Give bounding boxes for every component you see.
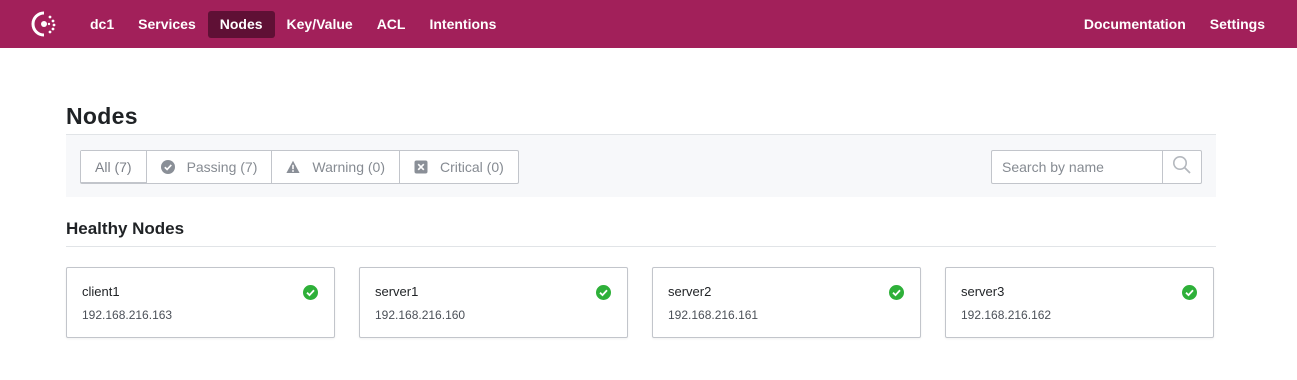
node-name: client1: [82, 284, 120, 299]
filter-critical-label: Critical (0): [440, 159, 504, 175]
filter-warning-label: Warning (0): [312, 159, 385, 175]
search-icon: [1172, 155, 1192, 180]
search-button[interactable]: [1162, 151, 1201, 183]
section-title: Healthy Nodes: [66, 219, 185, 238]
node-card-list: client1 192.168.216.163 server1 192.168.…: [66, 267, 1238, 338]
nav-nodes[interactable]: Nodes: [207, 10, 275, 38]
divider: [66, 246, 1216, 247]
node-address: 192.168.216.162: [961, 308, 1052, 322]
critical-x-icon: [414, 160, 428, 174]
node-card[interactable]: server2 192.168.216.161: [652, 267, 921, 338]
page-title: Nodes: [66, 103, 138, 129]
node-address: 192.168.216.161: [668, 308, 759, 322]
filter-bar: All (7) Passing (7) Warning (0) Critical…: [66, 135, 1216, 197]
passing-check-icon: [889, 285, 904, 300]
passing-check-icon: [303, 285, 318, 300]
filter-all-label: All (7): [95, 159, 132, 175]
status-filter-group: All (7) Passing (7) Warning (0) Critical…: [80, 150, 519, 184]
node-name: server1: [375, 284, 419, 299]
nav-acl[interactable]: ACL: [365, 11, 418, 38]
consul-logo-icon[interactable]: [30, 10, 58, 38]
passing-check-icon: [1182, 285, 1197, 300]
filter-all[interactable]: All (7): [81, 151, 147, 183]
filter-warning[interactable]: Warning (0): [272, 151, 400, 183]
node-name: server2: [668, 284, 712, 299]
node-name: server3: [961, 284, 1005, 299]
node-card[interactable]: server3 192.168.216.162: [945, 267, 1214, 338]
filter-passing-label: Passing (7): [186, 159, 258, 175]
node-card[interactable]: server1 192.168.216.160: [359, 267, 628, 338]
nav-documentation[interactable]: Documentation: [1072, 11, 1198, 38]
node-card[interactable]: client1 192.168.216.163: [66, 267, 335, 338]
top-navigation: dc1 Services Nodes Key/Value ACL Intenti…: [0, 0, 1297, 48]
node-address: 192.168.216.160: [375, 308, 466, 322]
filter-passing[interactable]: Passing (7): [147, 151, 273, 183]
nav-intentions[interactable]: Intentions: [417, 11, 508, 38]
nav-settings[interactable]: Settings: [1198, 11, 1277, 38]
check-circle-icon: [160, 160, 175, 174]
search-box: [991, 150, 1202, 184]
passing-check-icon: [596, 285, 611, 300]
nav-services[interactable]: Services: [126, 11, 208, 38]
filter-critical[interactable]: Critical (0): [400, 151, 518, 183]
search-input[interactable]: [992, 151, 1162, 183]
warning-icon: [286, 160, 300, 174]
node-address: 192.168.216.163: [82, 308, 173, 322]
nav-key-value[interactable]: Key/Value: [275, 11, 365, 38]
datacenter-selector[interactable]: dc1: [78, 11, 126, 38]
